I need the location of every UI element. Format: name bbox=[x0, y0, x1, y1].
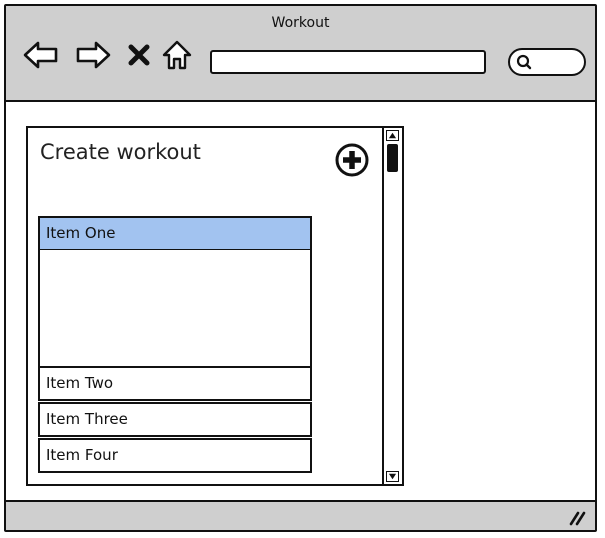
create-workout-panel: Create workout Item One Item Two Item Th… bbox=[26, 126, 404, 486]
list-item[interactable]: Item Two bbox=[38, 366, 312, 401]
home-icon[interactable] bbox=[160, 38, 194, 72]
url-input[interactable] bbox=[210, 50, 486, 74]
workout-list[interactable]: Item One Item Two Item Three Item Four bbox=[38, 216, 314, 478]
list-item[interactable]: Item Three bbox=[38, 402, 312, 437]
window-title: Workout bbox=[271, 15, 330, 31]
close-icon[interactable] bbox=[126, 38, 152, 72]
panel-title: Create workout bbox=[40, 140, 201, 164]
search-icon bbox=[516, 54, 532, 70]
browser-window: Workout Create workout Item One Item Two… bbox=[4, 4, 597, 532]
item-detail-area bbox=[38, 250, 312, 368]
plus-circle-icon bbox=[335, 143, 369, 177]
back-arrow-icon[interactable] bbox=[22, 38, 60, 72]
scroll-down-arrow-icon[interactable] bbox=[386, 471, 399, 482]
status-bar bbox=[6, 500, 595, 530]
title-bar: Workout bbox=[6, 6, 595, 102]
forward-arrow-icon[interactable] bbox=[74, 38, 112, 72]
add-workout-button[interactable] bbox=[334, 142, 370, 178]
scroll-up-arrow-icon[interactable] bbox=[386, 130, 399, 141]
vertical-scrollbar[interactable] bbox=[382, 128, 402, 484]
scroll-thumb[interactable] bbox=[387, 144, 398, 172]
search-field[interactable] bbox=[508, 48, 586, 76]
list-item[interactable]: Item Four bbox=[38, 438, 312, 473]
list-item[interactable]: Item One bbox=[38, 216, 312, 251]
resize-grip-icon[interactable] bbox=[567, 508, 587, 526]
